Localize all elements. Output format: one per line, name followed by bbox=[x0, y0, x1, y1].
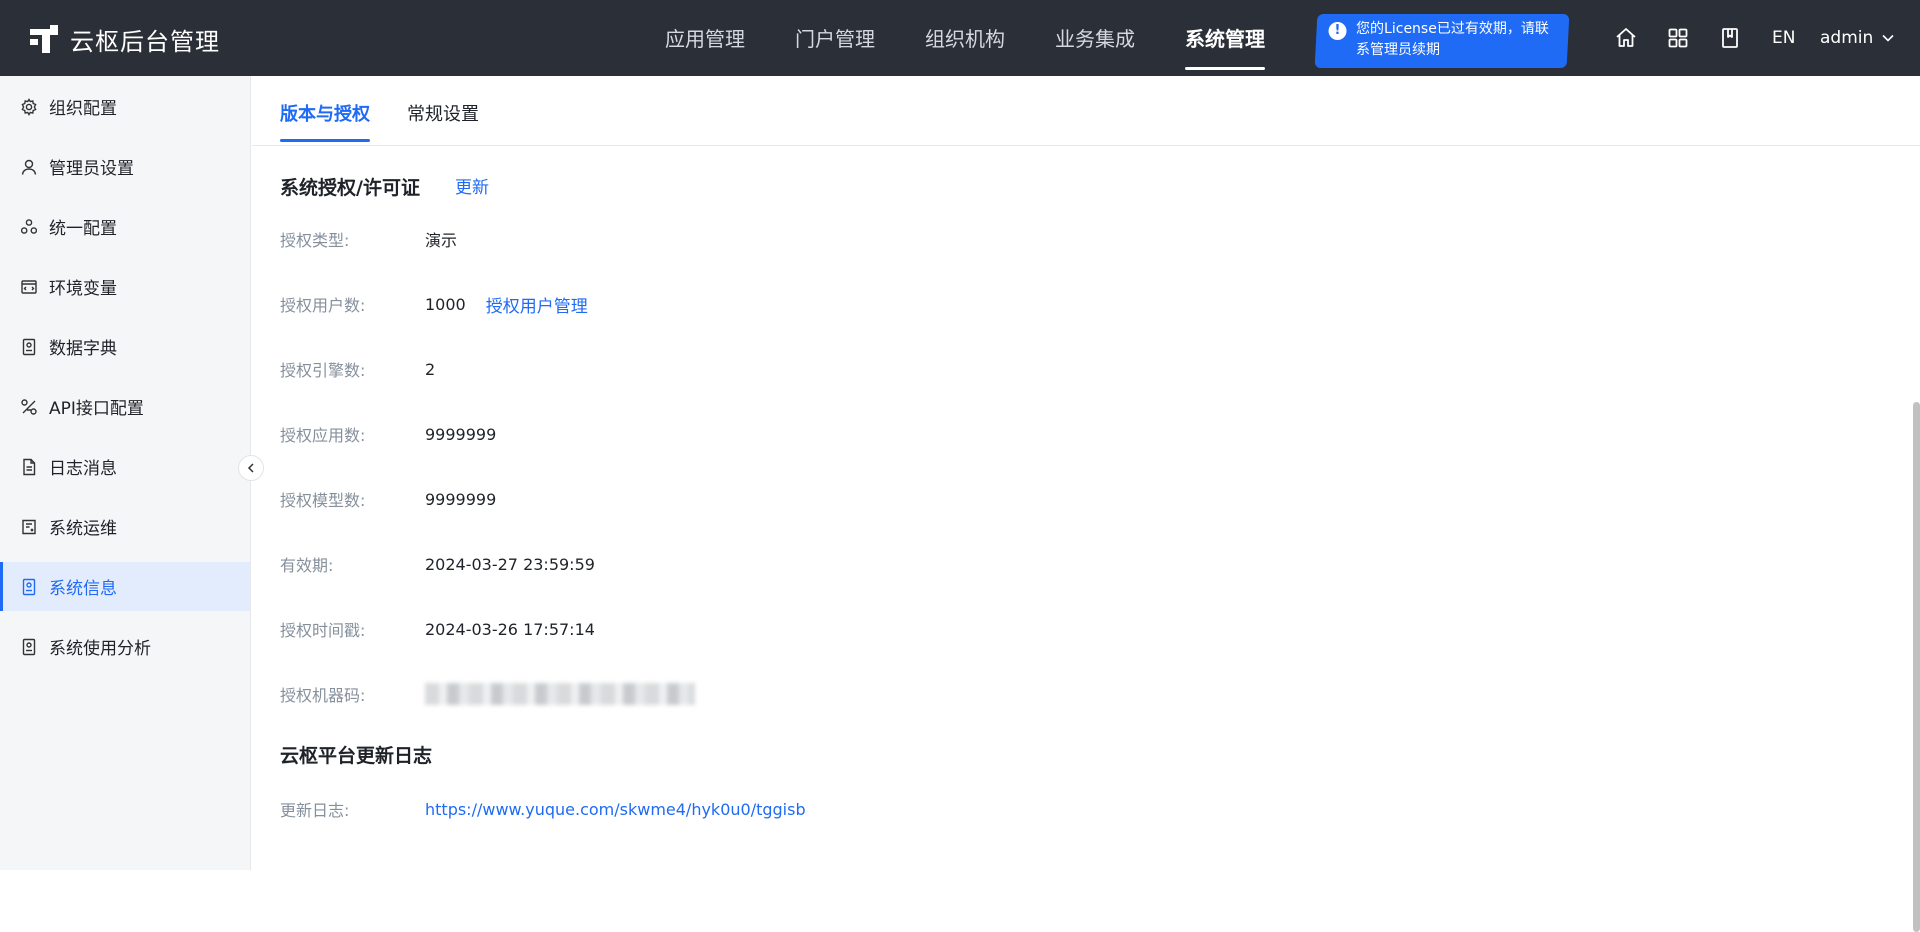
maintenance-icon bbox=[20, 518, 38, 536]
main-nav: 应用管理 门户管理 组织机构 业务集成 系统管理 bbox=[640, 0, 1290, 76]
field-label: 授权类型: bbox=[280, 231, 350, 250]
redacted-machine-code bbox=[425, 683, 695, 705]
username: admin bbox=[1820, 28, 1874, 48]
changelog-section-title: 云枢平台更新日志 bbox=[280, 745, 433, 767]
book-icon[interactable] bbox=[1718, 26, 1742, 50]
sidebar-item-label: 系统使用分析 bbox=[49, 639, 151, 659]
nav-system-management[interactable]: 系统管理 bbox=[1185, 0, 1265, 76]
api-icon bbox=[20, 398, 38, 416]
field-value: 演示 bbox=[425, 231, 458, 250]
field-machine-code: 授权机器码: bbox=[280, 682, 695, 706]
field-label: 授权用户数: bbox=[280, 296, 366, 315]
sidebar-item-system-info[interactable]: 系统信息 bbox=[0, 562, 250, 611]
analysis-icon bbox=[20, 638, 38, 656]
sidebar-item-label: 日志消息 bbox=[49, 459, 117, 479]
cluster-icon bbox=[20, 218, 38, 236]
sidebar-collapse-button[interactable] bbox=[238, 455, 264, 481]
language-switch[interactable]: EN bbox=[1772, 26, 1795, 50]
tab-bar: 版本与授权 常规设置 bbox=[252, 76, 1920, 146]
field-value: 9999999 bbox=[425, 489, 497, 509]
apps-grid-icon[interactable] bbox=[1666, 26, 1690, 50]
top-header: 云枢后台管理 应用管理 门户管理 组织机构 业务集成 系统管理 ! 您的Lice… bbox=[0, 0, 1920, 76]
chevron-left-icon bbox=[247, 463, 254, 473]
info-icon: ! bbox=[1328, 22, 1347, 40]
license-expired-tip[interactable]: ! 您的License已过有效期，请联系管理员续期 bbox=[1314, 14, 1570, 68]
sidebar-item-admin-settings[interactable]: 管理员设置 bbox=[0, 142, 250, 191]
field-label: 更新日志: bbox=[280, 801, 350, 820]
app-title: 云枢后台管理 bbox=[70, 28, 220, 56]
field-label: 授权应用数: bbox=[280, 426, 366, 445]
field-label: 授权引擎数: bbox=[280, 361, 366, 380]
field-value: 2024-03-27 23:59:59 bbox=[425, 554, 595, 574]
home-icon[interactable] bbox=[1614, 26, 1638, 50]
sidebar-item-label: 系统运维 bbox=[49, 519, 117, 539]
sidebar-item-org-config[interactable]: 组织配置 bbox=[0, 82, 250, 131]
sidebar-item-usage-analysis[interactable]: 系统使用分析 bbox=[0, 622, 250, 671]
field-licensed-models: 授权模型数: 9999999 bbox=[280, 487, 496, 511]
sidebar-item-label: 统一配置 bbox=[49, 219, 117, 239]
license-tip-text: 您的License已过有效期，请联系管理员续期 bbox=[1356, 21, 1549, 58]
dictionary-icon bbox=[20, 338, 38, 356]
field-expiry: 有效期: 2024-03-27 23:59:59 bbox=[280, 552, 595, 576]
license-section-title: 系统授权/许可证 bbox=[280, 177, 420, 199]
sidebar-item-label: 数据字典 bbox=[49, 339, 117, 359]
sidebar-item-log-messages[interactable]: 日志消息 bbox=[0, 442, 250, 491]
field-licensed-engines: 授权引擎数: 2 bbox=[280, 357, 435, 381]
sidebar-item-api-config[interactable]: API接口配置 bbox=[0, 382, 250, 431]
code-icon bbox=[20, 278, 38, 296]
logo[interactable]: 云枢后台管理 bbox=[30, 22, 220, 57]
field-label: 授权时间戳: bbox=[280, 621, 366, 640]
field-value: 9999999 bbox=[425, 424, 497, 444]
scrollbar[interactable] bbox=[1913, 402, 1920, 932]
field-license-type: 授权类型: 演示 bbox=[280, 227, 457, 251]
field-value: 2024-03-26 17:57:14 bbox=[425, 619, 595, 639]
logo-icon bbox=[30, 24, 58, 55]
field-changelog: 更新日志: https://www.yuque.com/skwme4/hyk0u… bbox=[280, 797, 806, 821]
user-menu[interactable]: admin bbox=[1820, 26, 1895, 50]
document-icon bbox=[20, 458, 38, 476]
field-label: 有效期: bbox=[280, 556, 334, 575]
field-licensed-apps: 授权应用数: 9999999 bbox=[280, 422, 496, 446]
info-icon bbox=[20, 578, 38, 596]
sidebar-item-unified-config[interactable]: 统一配置 bbox=[0, 202, 250, 251]
sidebar-item-label: 系统信息 bbox=[49, 579, 117, 599]
sidebar-item-label: 管理员设置 bbox=[49, 159, 134, 179]
field-label: 授权模型数: bbox=[280, 491, 366, 510]
licensed-user-management-link[interactable]: 授权用户管理 bbox=[486, 292, 588, 317]
sidebar-item-label: 组织配置 bbox=[49, 99, 117, 119]
nav-portal-management[interactable]: 门户管理 bbox=[795, 0, 875, 76]
field-value: 2 bbox=[425, 359, 436, 379]
field-value: 1000 bbox=[425, 294, 466, 314]
chevron-down-icon bbox=[1882, 34, 1894, 42]
sidebar-item-system-ops[interactable]: 系统运维 bbox=[0, 502, 250, 551]
changelog-url-link[interactable]: https://www.yuque.com/skwme4/hyk0u0/tggi… bbox=[425, 800, 806, 819]
field-license-timestamp: 授权时间戳: 2024-03-26 17:57:14 bbox=[280, 617, 595, 641]
sidebar: 组织配置 管理员设置 统一配置 环境变量 数据字典 API接口配置 日志消息 系… bbox=[0, 76, 251, 870]
main-content: 版本与授权 常规设置 系统授权/许可证 更新 授权类型: 演示 授权用户数: 1… bbox=[252, 76, 1920, 932]
user-icon bbox=[20, 158, 38, 176]
nav-app-management[interactable]: 应用管理 bbox=[665, 0, 745, 76]
nav-business-integration[interactable]: 业务集成 bbox=[1055, 0, 1135, 76]
field-label: 授权机器码: bbox=[280, 686, 366, 705]
sidebar-item-label: API接口配置 bbox=[49, 399, 144, 419]
sidebar-item-data-dictionary[interactable]: 数据字典 bbox=[0, 322, 250, 371]
update-license-link[interactable]: 更新 bbox=[455, 173, 489, 198]
field-licensed-users: 授权用户数: 1000 授权用户管理 bbox=[280, 292, 588, 317]
tab-version-license[interactable]: 版本与授权 bbox=[280, 100, 370, 142]
tab-general-settings[interactable]: 常规设置 bbox=[407, 100, 479, 142]
nav-organization[interactable]: 组织机构 bbox=[925, 0, 1005, 76]
sidebar-item-env-vars[interactable]: 环境变量 bbox=[0, 262, 250, 311]
gear-icon bbox=[20, 97, 38, 116]
sidebar-item-label: 环境变量 bbox=[49, 279, 117, 299]
